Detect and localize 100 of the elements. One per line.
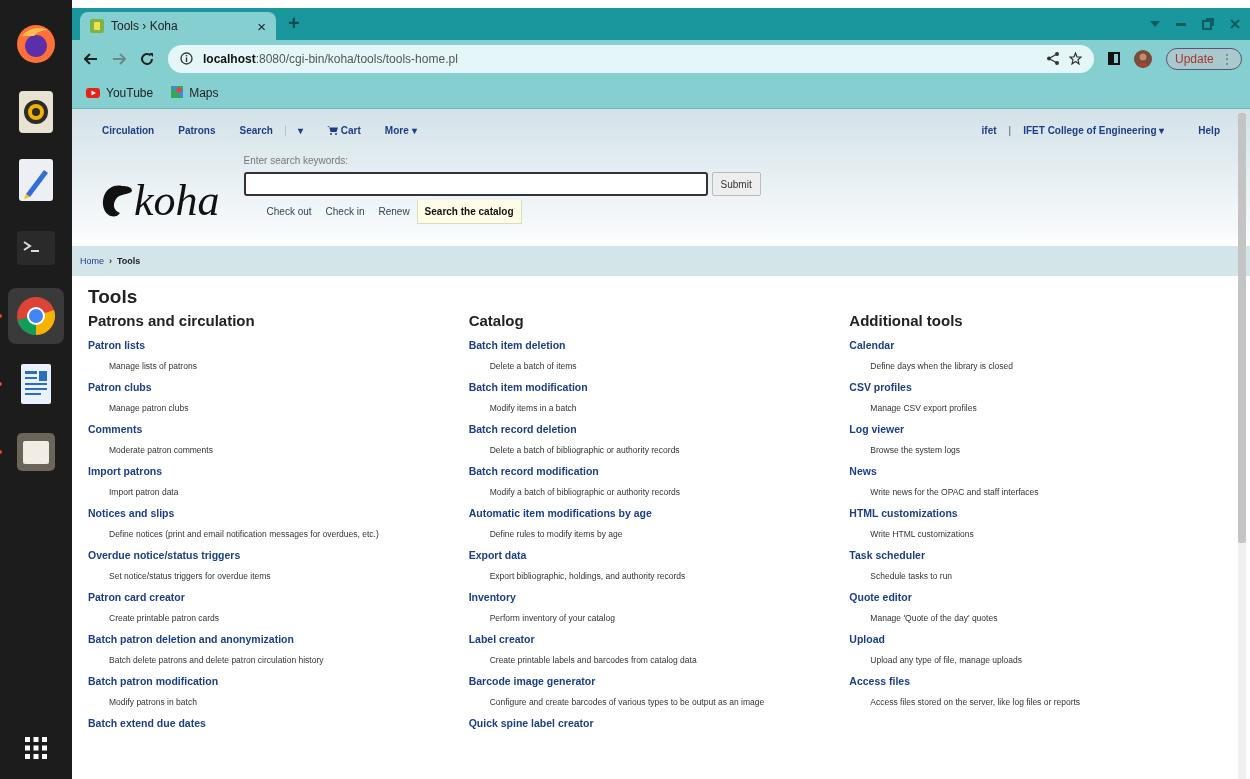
section-heading: Patrons and circulation <box>88 312 256 329</box>
bookmark-link[interactable]: Maps <box>171 85 219 100</box>
tool-description: Define rules to modify items by age <box>488 528 623 541</box>
star-icon[interactable] <box>1068 52 1082 65</box>
tool-link[interactable]: Batch extend due dates <box>88 713 206 734</box>
tool-description: Export bibliographic, holdings, and authority records <box>488 570 686 583</box>
tool-description: Set notice/status triggers for overdue items <box>108 570 271 583</box>
search-tab[interactable]: Renew <box>371 200 417 223</box>
chrome-icon[interactable] <box>14 294 58 338</box>
tool-link[interactable]: Inventory <box>468 587 516 608</box>
close-tab-button[interactable]: × <box>257 17 266 35</box>
tool-description: Manage CSV export profiles <box>869 402 977 415</box>
tool-link[interactable]: Access files <box>849 671 911 692</box>
terminal-icon[interactable] <box>16 230 56 266</box>
app-grid-icon[interactable] <box>25 737 47 759</box>
nav-link[interactable]: Circulation <box>90 124 167 136</box>
info-icon <box>180 52 193 65</box>
tool-link[interactable]: Log viewer <box>849 419 905 440</box>
tool-link[interactable]: Quick spine label creator <box>468 713 594 734</box>
tool-description: Configure and create barcodes of various types to be output as an image <box>488 696 765 709</box>
tool-link[interactable]: Notices and slips <box>88 503 175 524</box>
tool-description: Moderate patron comments <box>108 444 213 457</box>
tool-description: Perform inventory of your catalog <box>488 612 615 625</box>
tool-description: Modify a batch of bibliographic or authority records <box>488 486 681 499</box>
tool-link[interactable]: Batch patron deletion and anonymization <box>88 629 294 650</box>
section-heading: Additional tools <box>849 312 964 329</box>
tool-link[interactable]: Task scheduler <box>849 545 926 566</box>
tool-link[interactable]: Calendar <box>849 335 895 356</box>
nav-link[interactable]: Search <box>227 124 285 136</box>
tool-description: Write news for the OPAC and staff interfaces <box>869 486 1039 499</box>
tool-link[interactable]: Patron clubs <box>88 377 152 398</box>
tool-link[interactable]: Patron lists <box>88 335 146 356</box>
tool-link[interactable]: Batch item deletion <box>468 335 566 356</box>
tool-description: Import patron data <box>108 486 179 499</box>
tool-description: Manage lists of patrons <box>108 360 197 373</box>
tool-link[interactable]: Automatic item modifications by age <box>468 503 652 524</box>
tool-link[interactable]: CSV profiles <box>849 377 912 398</box>
search-menu-toggle[interactable]: ▾ <box>284 124 315 136</box>
map-pin-icon <box>171 86 184 99</box>
search-tab[interactable]: Check out <box>259 200 319 223</box>
tool-link[interactable]: Overdue notice/status triggers <box>88 545 241 566</box>
tool-link[interactable]: Comments <box>88 419 143 440</box>
tool-description: Create printable patron cards <box>108 612 220 625</box>
tool-description: Batch delete patrons and delete patron circulation history <box>108 654 324 667</box>
speaker-icon[interactable] <box>18 90 54 134</box>
tool-description: Access files stored on the server, like log files or reports <box>869 696 1081 709</box>
search-tab[interactable]: Check in <box>318 200 372 223</box>
tool-link[interactable]: HTML customizations <box>849 503 958 524</box>
avatar-icon[interactable] <box>1133 49 1152 68</box>
document-icon[interactable] <box>20 363 52 405</box>
tool-link[interactable]: Batch record deletion <box>468 419 577 440</box>
search-label: Enter search keywords: <box>243 155 350 166</box>
breadcrumb-current: Tools <box>117 256 141 266</box>
search-field[interactable] <box>243 172 708 196</box>
tool-description: Write HTML customizations <box>869 528 974 541</box>
url-text: localhost:8080/cgi-bin/koha/tools/tools-home.pl <box>203 51 458 66</box>
tool-description: Create printable labels and barcodes from catalog data <box>488 654 697 667</box>
tool-link[interactable]: Upload <box>849 629 885 650</box>
tool-link[interactable]: Label creator <box>468 629 535 650</box>
browser-tab[interactable]: Tools › Koha × <box>80 12 276 40</box>
help-link[interactable]: Help <box>1186 124 1232 136</box>
tool-link[interactable]: Batch patron modification <box>88 671 219 692</box>
separator: | <box>1008 124 1012 136</box>
back-icon[interactable] <box>84 52 98 65</box>
koha-logo <box>100 183 134 219</box>
reload-icon[interactable] <box>140 51 154 66</box>
scrollbar[interactable] <box>1238 113 1246 779</box>
breadcrumb-link[interactable]: Home <box>80 256 104 266</box>
tool-link[interactable]: News <box>849 461 877 482</box>
tool-link[interactable]: Quote editor <box>849 587 912 608</box>
tool-link[interactable]: Export data <box>468 545 527 566</box>
user-link[interactable]: ifet <box>969 124 1009 136</box>
submit-button[interactable]: Submit <box>711 172 761 196</box>
firefox-icon[interactable] <box>14 22 58 66</box>
pencil-icon[interactable] <box>18 158 54 202</box>
library-menu[interactable]: IFET College of Engineering ▾ <box>1011 124 1177 136</box>
nav-link[interactable]: More ▾ <box>372 124 429 136</box>
tool-description: Modify items in a batch <box>488 402 577 415</box>
tool-link[interactable]: Batch record modification <box>468 461 599 482</box>
tool-description: Define days when the library is closed <box>869 360 1014 373</box>
nav-link[interactable]: Patrons <box>166 124 228 136</box>
tool-link[interactable]: Barcode image generator <box>468 671 596 692</box>
folder-icon[interactable] <box>16 432 56 472</box>
tool-link[interactable]: Patron card creator <box>88 587 185 608</box>
tool-link[interactable]: Import patrons <box>88 461 163 482</box>
update-button[interactable]: Update ⋮ <box>1165 47 1242 70</box>
tool-description: Upload any type of file, manage uploads <box>869 654 1023 667</box>
cart-link[interactable]: Cart <box>314 124 373 136</box>
search-tab[interactable]: Search the catalog <box>416 200 522 224</box>
koha-wordmark: koha <box>134 175 220 226</box>
tab-title: Tools › Koha <box>111 19 179 33</box>
koha-favicon-icon <box>90 19 104 33</box>
tool-link[interactable]: Batch item modification <box>468 377 588 398</box>
page-title: Tools <box>88 286 139 308</box>
share-icon[interactable] <box>1046 52 1059 65</box>
address-bar[interactable]: localhost:8080/cgi-bin/koha/tools/tools-home.pl <box>168 44 1094 73</box>
bookmark-link[interactable]: YouTube <box>86 85 154 100</box>
side-panel-icon[interactable] <box>1107 52 1120 65</box>
play-icon <box>86 87 100 98</box>
section-heading: Catalog <box>468 312 525 329</box>
